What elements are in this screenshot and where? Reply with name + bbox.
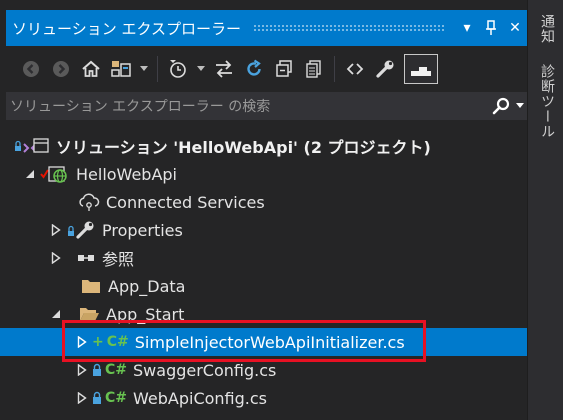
lock-icon <box>93 363 101 376</box>
git-add-icon: + <box>92 334 104 350</box>
panel-title: ソリューション エクスプローラー <box>12 19 242 38</box>
search-button[interactable] <box>489 93 513 119</box>
auto-hide-pin-button[interactable] <box>479 14 503 42</box>
dropdown-icon <box>140 66 148 71</box>
pending-changes-filter-icon <box>170 60 186 78</box>
side-tab-diagnostic-tools[interactable]: 診断ツール <box>537 64 557 139</box>
tree-item-swagger-config[interactable]: C# SwaggerConfig.cs <box>0 356 527 384</box>
expanded-arrow-icon[interactable] <box>48 306 64 322</box>
folder-icon <box>80 276 102 296</box>
tree-item-label: App_Start <box>106 304 185 324</box>
lock-icon <box>93 391 101 404</box>
csharp-icon: C# <box>106 334 129 350</box>
csharp-file-locked-icon: C# <box>92 360 127 380</box>
web-project-icon <box>40 164 70 184</box>
forward-icon <box>53 61 69 77</box>
solution-explorer-toolbar <box>6 50 527 88</box>
collapsed-arrow-icon[interactable] <box>74 334 90 350</box>
pin-icon <box>486 20 496 35</box>
tree-item-label: App_Data <box>108 276 186 296</box>
dropdown-icon <box>197 66 205 71</box>
sync-with-active-document-icon <box>216 60 232 78</box>
csharp-file-locked-icon: C# <box>92 388 127 408</box>
search-input-placeholder[interactable]: ソリューション エクスプローラー の検索 <box>6 96 489 116</box>
refresh-icon <box>247 59 261 76</box>
pending-changes-dropdown[interactable] <box>193 53 209 85</box>
tree-item-label: SimpleInjectorWebApiInitializer.cs <box>134 332 405 352</box>
show-all-files-button[interactable] <box>299 53 329 85</box>
tree-item-simple-injector-initializer[interactable]: + C# SimpleInjectorWebApiInitializer.cs <box>0 328 527 356</box>
side-tool-window-tabs: 通知 診断ツール <box>527 0 563 420</box>
properties-icon <box>376 60 394 78</box>
collapsed-arrow-icon[interactable] <box>48 250 64 266</box>
forward-button[interactable] <box>46 53 76 85</box>
expanded-arrow-icon[interactable] <box>22 166 38 182</box>
panel-title-bar[interactable]: ソリューション エクスプローラー ▾ ✕ <box>6 10 527 46</box>
solution-icon <box>14 136 50 156</box>
preview-selected-items-button[interactable] <box>404 54 438 84</box>
collapse-all-button[interactable] <box>269 53 299 85</box>
tree-item-label: ソリューション 'HelloWebApi' (2 プロジェクト) <box>56 138 431 157</box>
back-button[interactable] <box>16 53 46 85</box>
title-drag-grip[interactable] <box>253 24 445 32</box>
tree-item-references[interactable]: 参照 <box>0 244 527 272</box>
sync-with-active-document-button[interactable] <box>209 53 239 85</box>
preview-selected-items-icon <box>411 67 431 76</box>
dropdown-arrow-icon: ▾ <box>463 20 471 36</box>
home-icon <box>82 60 100 77</box>
search-options-dropdown[interactable] <box>513 93 527 119</box>
tree-item-label: WebApiConfig.cs <box>133 388 267 408</box>
toolbar-separator <box>157 56 158 82</box>
switch-views-icon <box>111 61 131 77</box>
search-icon <box>492 97 510 115</box>
search-box[interactable]: ソリューション エクスプローラー の検索 <box>6 92 527 120</box>
tree-item-solution[interactable]: ソリューション 'HelloWebApi' (2 プロジェクト) <box>0 132 527 160</box>
tree-item-label: Connected Services <box>106 192 265 212</box>
collapsed-arrow-icon[interactable] <box>48 222 64 238</box>
window-position-dropdown-button[interactable]: ▾ <box>455 14 479 42</box>
view-code-button[interactable] <box>340 53 370 85</box>
dropdown-icon <box>516 103 524 108</box>
switch-views-dropdown[interactable] <box>136 53 152 85</box>
cloud-icon <box>78 192 100 212</box>
properties-wrench-icon <box>66 220 96 240</box>
tree-item-webapi-config[interactable]: C# WebApiConfig.cs <box>0 384 527 412</box>
tree-item-app-start[interactable]: App_Start <box>0 300 527 328</box>
toolbar-separator <box>334 56 335 82</box>
csharp-file-added-icon: + C# <box>92 332 129 352</box>
solution-explorer-panel: ソリューション エクスプローラー ▾ ✕ ソリューション エクスプローラー の検… <box>0 0 527 420</box>
show-all-files-icon <box>306 60 321 78</box>
tree-item-app-data[interactable]: App_Data <box>0 272 527 300</box>
code-view-icon <box>346 63 364 75</box>
tree-item-label: HelloWebApi <box>76 164 177 184</box>
switch-views-button[interactable] <box>106 53 136 85</box>
back-icon <box>23 61 39 77</box>
collapse-all-icon <box>276 60 292 77</box>
tree-item-label: 参照 <box>102 250 135 269</box>
tree-item-label: SwaggerConfig.cs <box>133 360 277 380</box>
references-icon <box>66 248 96 268</box>
csharp-icon: C# <box>105 390 128 406</box>
side-tab-notifications[interactable]: 通知 <box>537 14 557 44</box>
properties-button[interactable] <box>370 53 400 85</box>
home-button[interactable] <box>76 53 106 85</box>
tree-item-project[interactable]: HelloWebApi <box>0 160 527 188</box>
tree-item-connected-services[interactable]: Connected Services <box>0 188 527 216</box>
tree-item-properties[interactable]: Properties <box>0 216 527 244</box>
close-button[interactable]: ✕ <box>503 14 527 42</box>
close-icon: ✕ <box>509 20 521 36</box>
csharp-icon: C# <box>105 362 128 378</box>
collapsed-arrow-icon[interactable] <box>74 390 90 406</box>
refresh-button[interactable] <box>239 53 269 85</box>
open-folder-icon <box>78 304 100 324</box>
pending-changes-filter-button[interactable] <box>163 53 193 85</box>
tree-item-label: Properties <box>102 220 183 240</box>
collapsed-arrow-icon[interactable] <box>74 362 90 378</box>
